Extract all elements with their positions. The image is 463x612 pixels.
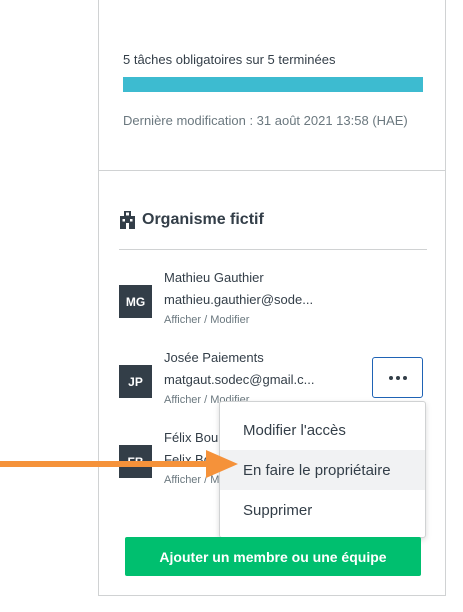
- tasks-status-text: 5 tâches obligatoires sur 5 terminées: [123, 52, 336, 67]
- menu-item-make-owner[interactable]: En faire le propriétaire: [220, 450, 425, 490]
- more-options-icon: [388, 375, 407, 380]
- annotation-arrow: [0, 450, 238, 478]
- member-email: mathieu.gauthier@sode...: [164, 292, 314, 307]
- member-name: Félix Bou: [164, 430, 219, 445]
- view-edit-link[interactable]: Afficher / Modifier: [164, 314, 249, 326]
- last-modified-text: Dernière modification : 31 août 2021 13:…: [123, 113, 408, 128]
- member-name: Mathieu Gauthier: [164, 270, 264, 285]
- progress-bar-fill: [123, 77, 423, 92]
- divider: [119, 249, 427, 250]
- more-options-button[interactable]: [372, 357, 423, 398]
- building-icon: [120, 211, 135, 229]
- member-row: MG Mathieu Gauthier mathieu.gauthier@sod…: [119, 268, 429, 328]
- organization-title: Organisme fictif: [119, 211, 264, 229]
- avatar: MG: [119, 285, 152, 318]
- progress-bar: [123, 77, 423, 92]
- add-member-button[interactable]: Ajouter un membre ou une équipe: [125, 537, 421, 576]
- avatar: JP: [119, 365, 152, 398]
- progress-section: 5 tâches obligatoires sur 5 terminées De…: [99, 0, 445, 171]
- member-name: Josée Paiements: [164, 350, 264, 365]
- menu-item-remove[interactable]: Supprimer: [220, 490, 425, 530]
- organization-name: Organisme fictif: [142, 211, 264, 228]
- member-actions-menu: Modifier l'accès En faire le propriétair…: [219, 401, 426, 538]
- member-email: matgaut.sodec@gmail.c...: [164, 372, 315, 387]
- menu-item-modify-access[interactable]: Modifier l'accès: [220, 410, 425, 450]
